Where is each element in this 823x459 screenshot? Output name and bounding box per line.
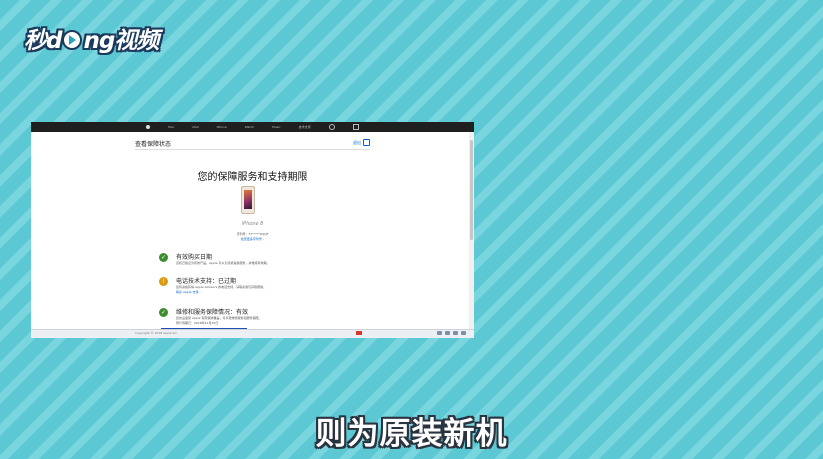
tray-icon[interactable] bbox=[453, 331, 458, 335]
video-subtitle: 则为原装新机 bbox=[315, 416, 508, 452]
check-icon: ✓ bbox=[159, 308, 168, 317]
serial-number: 序列号：F7*****WJCJF bbox=[236, 232, 269, 236]
warning-icon: ! bbox=[159, 277, 168, 286]
nav-item-watch[interactable]: Watch bbox=[245, 125, 254, 129]
check-icon: ✓ bbox=[159, 253, 168, 262]
help-icon[interactable] bbox=[363, 139, 370, 146]
nav-item-iphone[interactable]: iPhone bbox=[217, 125, 227, 129]
nav-item-ipad[interactable]: iPad bbox=[192, 125, 198, 129]
iphone-image bbox=[241, 186, 255, 214]
apple-icon[interactable] bbox=[146, 125, 151, 129]
status-desc: 您有资格获得 Apple Advisors 的电话支持，请联系我们获取帮助。 bbox=[176, 285, 267, 289]
status-title: 有效购买日期 bbox=[176, 254, 213, 261]
search-icon[interactable] bbox=[328, 124, 335, 130]
status-desc: 该机已验证为有效产品。Apple 可以为该机提供服务，并维持有效期。 bbox=[176, 261, 270, 265]
scrollbar[interactable] bbox=[469, 132, 474, 330]
device-name: iPhone 8 bbox=[241, 221, 264, 227]
nav-item-support[interactable]: 技术支持 bbox=[299, 125, 311, 129]
bag-icon[interactable] bbox=[352, 124, 359, 130]
contact-support-link[interactable]: 联系 Apple 支持 › bbox=[176, 290, 201, 294]
tray-icon[interactable] bbox=[461, 331, 466, 335]
subhead-title: 查看保障状态 bbox=[135, 141, 172, 148]
status-title: 维修和服务保障情况：有效 bbox=[176, 309, 249, 316]
play-icon bbox=[62, 30, 83, 50]
status-expiry: 预计到期日：2018年12月25日 bbox=[176, 321, 219, 325]
nav-item-music[interactable]: Music bbox=[272, 125, 281, 129]
nav-item-mac[interactable]: Mac bbox=[168, 125, 174, 129]
status-title: 电话技术支持：已过期 bbox=[176, 278, 237, 285]
logo-text-prefix: 秒d bbox=[24, 28, 62, 54]
subhead-bar: 查看保障状态 退出 bbox=[135, 137, 370, 150]
check-more-serials-link[interactable]: 检查更多序列号 › bbox=[31, 237, 474, 241]
footer-copyright: Copyright © 2018 Apple Inc. bbox=[135, 331, 179, 335]
flag-icon bbox=[356, 331, 362, 335]
tray-icon[interactable] bbox=[437, 331, 442, 335]
apple-navbar: Mac iPad iPhone Watch Music 技术支持 bbox=[31, 122, 474, 132]
watermark-logo: 秒d ng视频 bbox=[24, 20, 159, 56]
page-title: 您的保障服务和支持期限 bbox=[197, 172, 308, 183]
tray-icon[interactable] bbox=[445, 331, 450, 335]
status-desc: 您的设备受 Apple 有限保修覆盖，可享受维修服务和硬件保障。 bbox=[176, 316, 262, 320]
taskbar: Copyright © 2018 Apple Inc. bbox=[31, 329, 474, 338]
system-tray bbox=[437, 331, 466, 335]
subhead-actions: 退出 bbox=[353, 139, 370, 146]
sign-out-link[interactable]: 退出 bbox=[353, 140, 361, 146]
logo-text-suffix: ng视频 bbox=[83, 28, 159, 54]
browser-screenshot: Mac iPad iPhone Watch Music 技术支持 查看保障状态 … bbox=[31, 122, 474, 338]
scroll-thumb[interactable] bbox=[470, 140, 473, 240]
